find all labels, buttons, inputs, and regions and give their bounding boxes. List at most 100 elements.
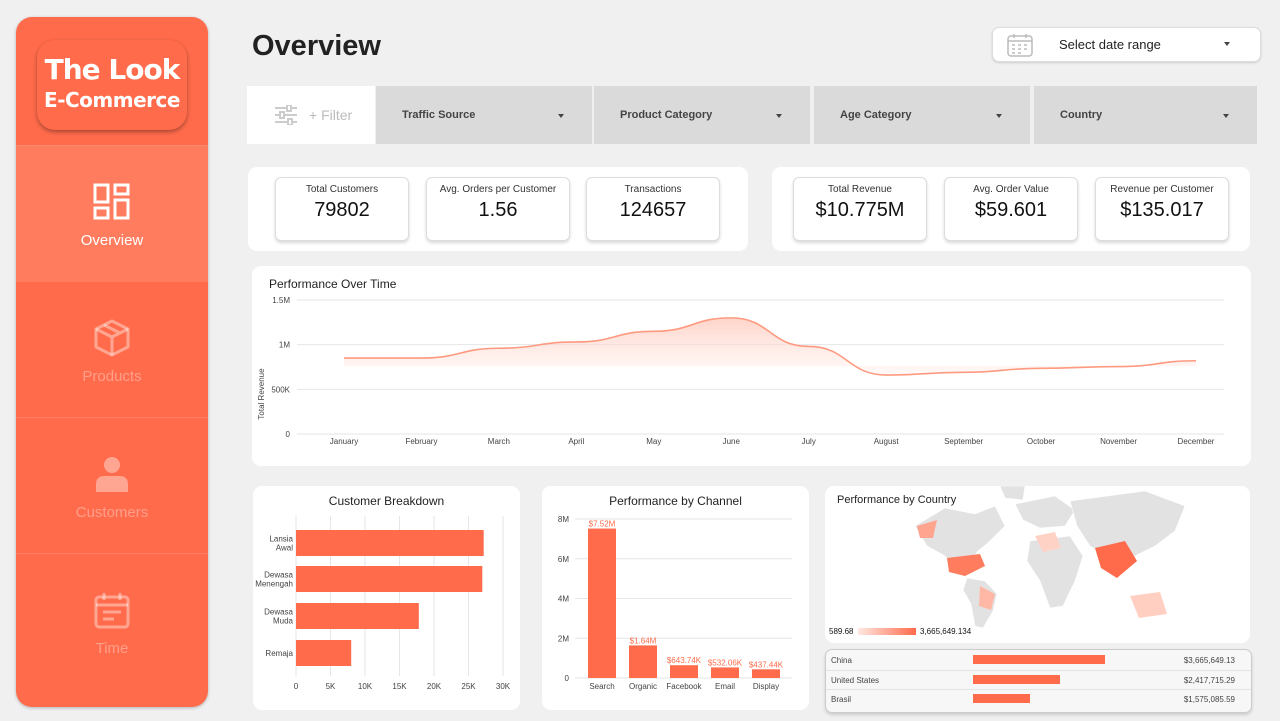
filter-traffic-source[interactable]: Traffic Source (376, 86, 592, 144)
filter-country[interactable]: Country (1034, 86, 1257, 144)
category-label: Dewasa (264, 608, 293, 617)
filter-label: Country (1060, 109, 1103, 121)
x-tick-label: 5K (326, 682, 336, 691)
y-tick-label: 8M (558, 515, 569, 524)
filter-bar: + Filter Traffic Source Product Category… (247, 86, 1257, 144)
page-title: Overview (252, 30, 381, 62)
bar (752, 669, 780, 678)
kpi-card: Avg. Order Value $59.601 (944, 177, 1078, 241)
x-tick-label: July (802, 437, 816, 446)
category-label: Remaja (265, 649, 293, 658)
bar (296, 603, 419, 629)
kpi-value: 1.56 (478, 199, 518, 221)
kpi-label: Revenue per Customer (1110, 184, 1214, 195)
add-filter-button[interactable]: + Filter (247, 86, 375, 144)
nav-item-customers[interactable]: Customers (16, 417, 208, 553)
x-tick-label: May (646, 437, 661, 446)
nav-label: Products (82, 368, 142, 385)
category-label: Dewasa (264, 571, 293, 580)
filter-label: Product Category (620, 109, 713, 121)
table-row[interactable]: Brasil $1,575,085.59 (826, 689, 1251, 708)
value-bar (973, 655, 1105, 664)
bar (670, 665, 698, 678)
y-axis-label: Total Revenue (257, 368, 266, 420)
table-row[interactable]: United States $2,417,715.29 (826, 670, 1251, 689)
x-tick-label: 25K (461, 682, 476, 691)
europe-shape (1014, 495, 1076, 529)
category-label: Muda (273, 617, 294, 626)
filter-label: Age Category (840, 109, 912, 121)
y-tick-label: 500K (271, 385, 290, 394)
sliders-icon (275, 105, 297, 125)
country-value: $3,665,649.13 (1183, 656, 1235, 665)
nav-label: Overview (80, 232, 144, 249)
x-tick-label: 30K (496, 682, 511, 691)
x-tick-label: January (330, 437, 358, 446)
x-tick-label: Facebook (666, 682, 702, 691)
brand-logo: The Look E-Commerce (37, 40, 187, 130)
country-map-panel: Performance by Country 589.68 3,665,649.… (825, 486, 1250, 643)
x-tick-label: 0 (294, 682, 299, 691)
revenue-line-chart: Total Revenue 0 500K 1M 1.5M January February… (257, 296, 1224, 446)
category-label: Awal (276, 544, 293, 553)
y-tick-label: 1M (279, 341, 290, 350)
y-tick-label: 2M (558, 634, 569, 643)
filter-age-category[interactable]: Age Category (814, 86, 1030, 144)
chevron-down-icon (776, 114, 782, 118)
greenland-shape (999, 486, 1026, 501)
box-icon (94, 319, 130, 357)
kpi-value: 79802 (314, 199, 370, 221)
x-tick-label: 20K (427, 682, 442, 691)
nav-item-products[interactable]: Products (16, 281, 208, 417)
x-tick-label: February (405, 437, 437, 446)
date-range-label: Select date range (1059, 37, 1161, 52)
nav-item-time[interactable]: Time (16, 553, 208, 689)
x-tick-label: September (944, 437, 983, 446)
kpi-card: Total Revenue $10.775M (793, 177, 927, 241)
kpi-card: Total Customers 79802 (275, 177, 409, 241)
brand-line-1: The Look (44, 53, 181, 86)
nav-label: Time (95, 640, 129, 657)
bar (588, 528, 616, 678)
bar (296, 640, 352, 666)
kpi-card: Transactions 124657 (586, 177, 720, 241)
country-name: Brasil (831, 695, 852, 704)
x-tick-label: December (1178, 437, 1215, 446)
dashboard-icon (93, 183, 130, 220)
channel-bar-chart: 0 2M 4M 6M 8M $7.52M Search $1.64M Organic $643.7… (558, 515, 792, 691)
kpi-value: $10.775M (815, 199, 905, 221)
x-tick-label: August (874, 437, 900, 446)
y-tick-label: 4M (558, 595, 569, 604)
performance-over-time-panel: Performance Over Time Total Revenue 0 500… (252, 266, 1251, 466)
x-tick-label: Search (589, 682, 614, 691)
kpi-label: Transactions (624, 184, 682, 195)
x-tick-label: November (1100, 437, 1137, 446)
data-label: $1.64M (630, 636, 657, 645)
table-row[interactable]: China $3,665,649.13 (826, 651, 1251, 670)
kpi-label: Total Revenue (828, 184, 892, 195)
country-value: $2,417,715.29 (1183, 676, 1235, 685)
country-name: United States (831, 676, 880, 685)
kpi-value: 124657 (619, 199, 687, 221)
bar (296, 566, 483, 592)
x-tick-label: March (488, 437, 510, 446)
australia-shape (1130, 592, 1167, 618)
customer-breakdown-panel: Customer Breakdown 0 5K 10K 15K 20K 25K 30K Lan… (253, 486, 520, 710)
y-tick-label: 6M (558, 555, 569, 564)
nav-item-overview[interactable]: Overview (16, 145, 208, 281)
sidebar: The Look E-Commerce Overview Products Cu… (16, 17, 208, 707)
data-label: $532.06K (708, 658, 743, 667)
bar (296, 530, 484, 556)
filter-product-category[interactable]: Product Category (594, 86, 810, 144)
date-range-picker[interactable]: Select date range (992, 27, 1261, 62)
kpi-label: Avg. Order Value (973, 184, 1049, 195)
y-tick-label: 0 (286, 430, 291, 439)
x-tick-label: Organic (629, 682, 657, 691)
x-tick-label: 15K (392, 682, 407, 691)
filter-label: Traffic Source (402, 109, 476, 121)
kpi-label: Total Customers (305, 184, 379, 195)
calendar-icon (1007, 34, 1033, 57)
world-map[interactable] (905, 486, 1250, 631)
x-tick-label: Display (753, 682, 779, 691)
data-label: $7.52M (589, 520, 616, 529)
